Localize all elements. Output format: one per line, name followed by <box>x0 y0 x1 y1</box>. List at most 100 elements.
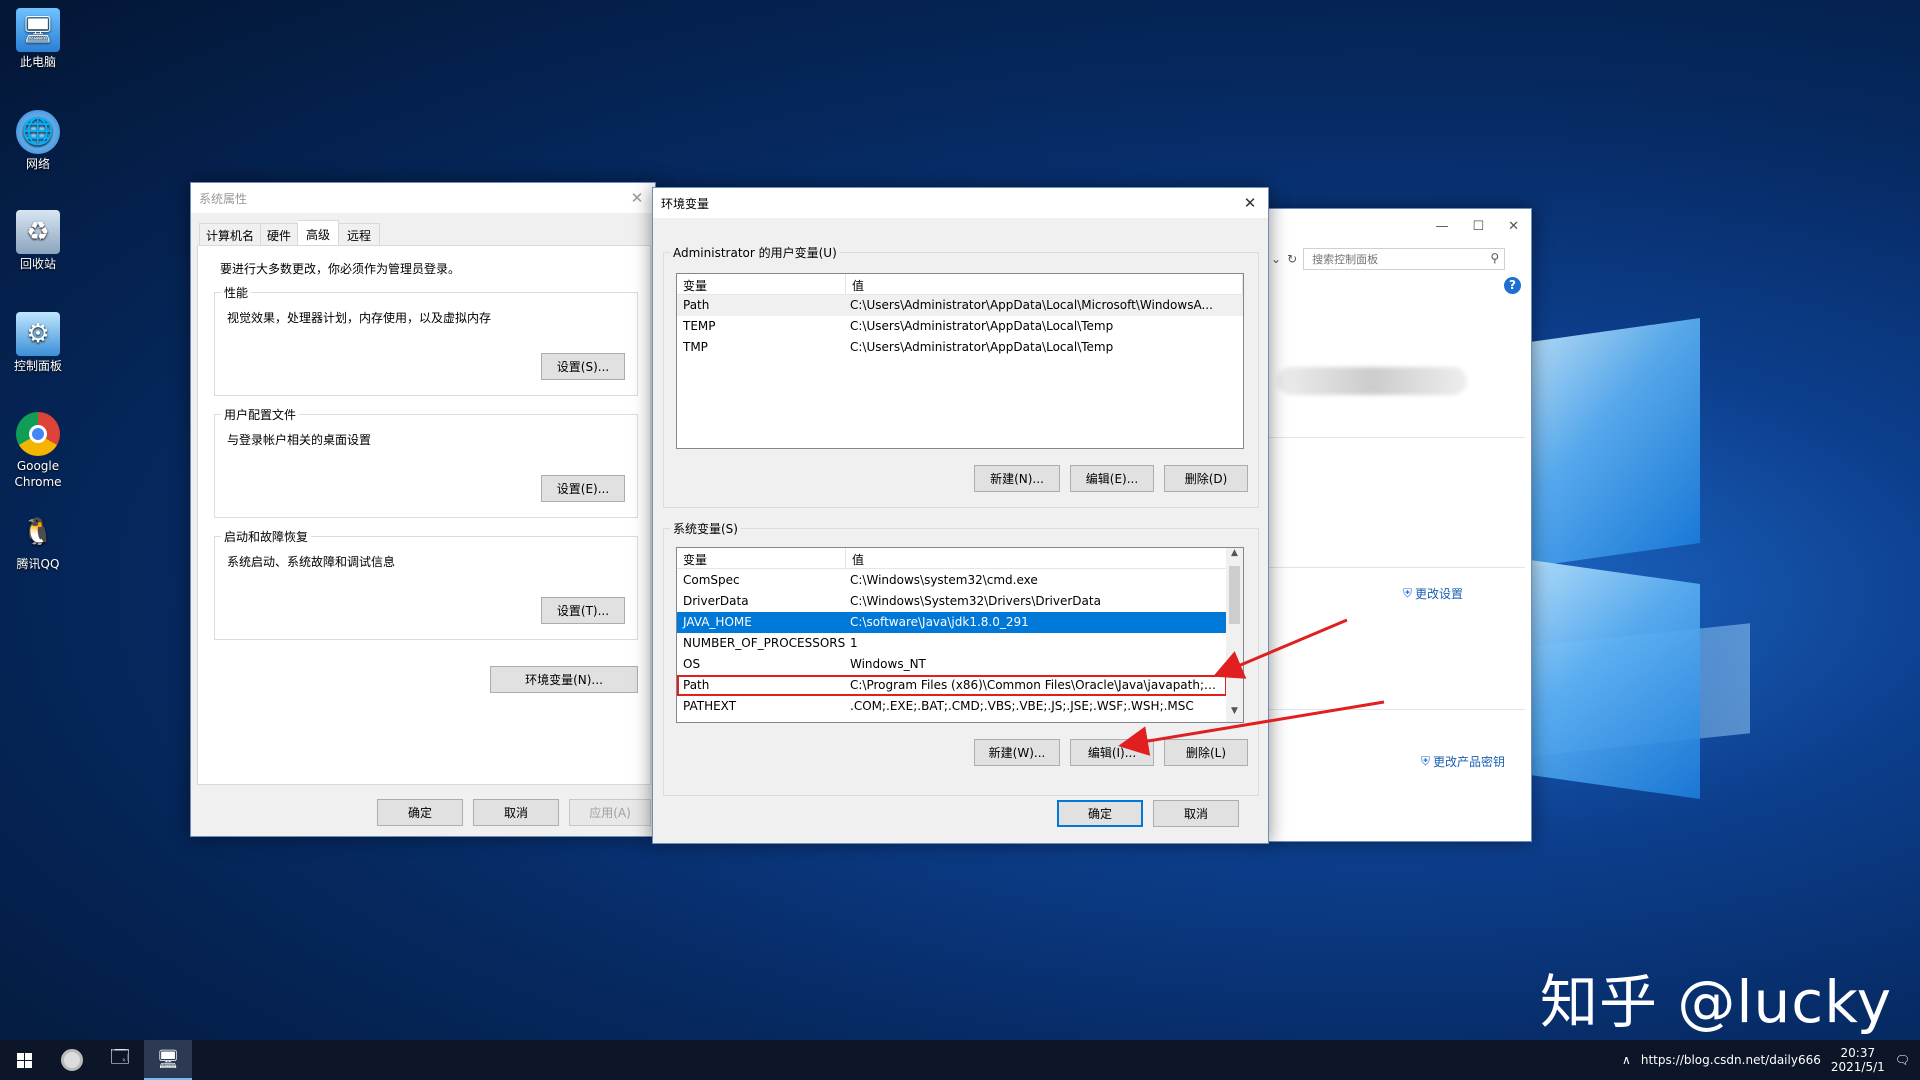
list-header: 变量 值 <box>677 548 1243 569</box>
chevron-down-icon[interactable]: ⌄ <box>1271 252 1281 266</box>
column-header-variable[interactable]: 变量 <box>677 274 846 294</box>
environment-variables-button[interactable]: 环境变量(N)... <box>490 666 638 693</box>
env-ok-button[interactable]: 确定 <box>1057 800 1143 827</box>
recycle-bin-icon: ♻ <box>16 210 60 254</box>
table-row[interactable]: Path C:\Users\Administrator\AppData\Loca… <box>677 295 1243 316</box>
table-row[interactable]: ComSpec C:\Windows\system32\cmd.exe <box>677 570 1227 591</box>
env-cancel-button[interactable]: 取消 <box>1153 800 1239 827</box>
watermark: 知乎 @lucky <box>1540 968 1893 1036</box>
chevron-up-icon[interactable]: ∧ <box>1622 1053 1631 1067</box>
change-settings-link[interactable]: ⛨ 更改设置 <box>1403 585 1463 602</box>
user-profiles-label: 用户配置文件 <box>221 406 300 423</box>
close-icon[interactable]: ✕ <box>1240 193 1260 213</box>
startup-recovery-group: 启动和故障恢复 系统启动、系统故障和调试信息 设置(T)... <box>214 528 638 640</box>
control-panel-window: — ☐ ✕ ⌄ ↻ ⚲ ? ⛨ 更改设置 ⛨ 更改产品密钥 <box>1262 208 1532 842</box>
qq-icon: 🐧 <box>21 517 55 547</box>
maximize-icon[interactable]: ☐ <box>1472 219 1484 234</box>
system-properties-cancel-button[interactable]: 取消 <box>473 799 559 826</box>
user-profiles-settings-button[interactable]: 设置(E)... <box>541 475 625 502</box>
user-new-button[interactable]: 新建(N)... <box>974 465 1060 492</box>
shield-icon: ⛨ <box>1421 754 1431 768</box>
vertical-scrollbar[interactable]: ▲ ▼ <box>1226 548 1243 722</box>
desktop-icon-network[interactable]: 🌐 网络 <box>6 110 70 172</box>
column-header-value[interactable]: 值 <box>846 548 1243 568</box>
network-icon: 🌐 <box>16 110 60 154</box>
column-header-variable[interactable]: 变量 <box>677 548 846 568</box>
user-variables-list[interactable]: 变量 值 Path C:\Users\Administrator\AppData… <box>676 273 1244 449</box>
help-icon[interactable]: ? <box>1504 277 1521 294</box>
table-row[interactable]: OS Windows_NT <box>677 654 1227 675</box>
control-panel-icon: 🗔 <box>110 1047 130 1068</box>
user-variables-group: Administrator 的用户变量(U) 变量 值 Path C:\User… <box>663 244 1259 508</box>
user-delete-button[interactable]: 删除(D) <box>1164 465 1248 492</box>
scroll-up-icon[interactable]: ▲ <box>1226 548 1243 564</box>
system-new-button[interactable]: 新建(W)... <box>974 739 1060 766</box>
list-header: 变量 值 <box>677 274 1243 295</box>
control-panel-titlebar: — ☐ ✕ <box>1263 209 1531 243</box>
blurred-content <box>1277 367 1467 395</box>
env-dialog-titlebar: 环境变量 ✕ <box>653 188 1268 218</box>
desktop-icon-qq[interactable]: 🐧 腾讯QQ <box>6 510 70 572</box>
close-icon[interactable]: ✕ <box>627 188 647 208</box>
system-properties-apply-button[interactable]: 应用(A) <box>569 799 651 826</box>
desktop-icon-chrome[interactable]: Google Chrome <box>6 412 70 490</box>
table-row-selected[interactable]: JAVA_HOME C:\software\Java\jdk1.8.0_291 <box>677 612 1227 633</box>
table-row[interactable]: DriverData C:\Windows\System32\Drivers\D… <box>677 591 1227 612</box>
wallpaper-window-pane <box>1530 318 1700 567</box>
window-title: 系统属性 <box>199 191 248 206</box>
desktop-icon-recycle-bin[interactable]: ♻ 回收站 <box>6 210 70 272</box>
start-button[interactable] <box>0 1040 48 1080</box>
table-row[interactable]: NUMBER_OF_PROCESSORS 1 <box>677 633 1227 654</box>
change-product-key-link[interactable]: ⛨ 更改产品密钥 <box>1421 753 1505 770</box>
tray-url-text: https://blog.csdn.net/daily666 <box>1640 1053 1821 1067</box>
tab-panel-advanced: 要进行大多数更改，你必须作为管理员登录。 性能 视觉效果，处理器计划，内存使用，… <box>197 245 651 785</box>
search-input[interactable] <box>1304 249 1481 269</box>
desktop-icon-this-pc[interactable]: 🖥 此电脑 <box>6 8 70 70</box>
close-icon[interactable]: ✕ <box>1508 219 1519 234</box>
environment-variables-dialog: 环境变量 ✕ Administrator 的用户变量(U) 变量 值 Path … <box>652 187 1269 844</box>
system-rows: ComSpec C:\Windows\system32\cmd.exe Driv… <box>677 570 1227 717</box>
divider <box>1263 567 1525 568</box>
scrollbar-thumb[interactable] <box>1229 566 1240 624</box>
admin-note: 要进行大多数更改，你必须作为管理员登录。 <box>220 262 461 276</box>
system-variables-list[interactable]: 变量 值 ComSpec C:\Windows\system32\cmd.exe… <box>676 547 1244 723</box>
performance-settings-button[interactable]: 设置(S)... <box>541 353 625 380</box>
system-variables-group: 系统变量(S) 变量 值 ComSpec C:\Windows\system32… <box>663 520 1259 796</box>
refresh-icon[interactable]: ↻ <box>1287 252 1297 266</box>
control-panel-icon: ⚙ <box>16 312 60 356</box>
system-properties-titlebar: 系统属性 ✕ <box>191 183 655 213</box>
taskbar: 🗔 🖥 ∧ https://blog.csdn.net/daily666 20:… <box>0 1040 1920 1080</box>
taskbar-app-system-properties[interactable]: 🖥 <box>144 1040 192 1080</box>
minimize-icon[interactable]: — <box>1435 219 1448 234</box>
user-edit-button[interactable]: 编辑(E)... <box>1070 465 1154 492</box>
startup-settings-button[interactable]: 设置(T)... <box>541 597 625 624</box>
user-profiles-group: 用户配置文件 与登录帐户相关的桌面设置 设置(E)... <box>214 406 638 518</box>
performance-desc: 视觉效果，处理器计划，内存使用，以及虚拟内存 <box>227 311 492 325</box>
taskbar-app-chrome[interactable] <box>48 1040 96 1080</box>
system-properties-icon: 🖥 <box>156 1048 180 1070</box>
column-header-value[interactable]: 值 <box>846 274 1243 294</box>
scroll-down-icon[interactable]: ▼ <box>1226 706 1243 722</box>
table-row[interactable]: PATHEXT .COM;.EXE;.BAT;.CMD;.VBS;.VBE;.J… <box>677 696 1227 717</box>
table-row-path-highlighted[interactable]: Path C:\Program Files (x86)\Common Files… <box>677 675 1227 696</box>
chrome-icon <box>16 412 60 456</box>
system-edit-button[interactable]: 编辑(I)... <box>1070 739 1154 766</box>
desktop-icon-control-panel[interactable]: ⚙ 控制面板 <box>6 312 70 374</box>
chrome-icon <box>61 1049 83 1071</box>
system-variables-label: 系统变量(S) <box>670 520 741 537</box>
taskbar-app-control-panel[interactable]: 🗔 <box>96 1040 144 1080</box>
table-row[interactable]: TMP C:\Users\Administrator\AppData\Local… <box>677 337 1243 358</box>
windows-icon <box>16 1052 32 1068</box>
user-variables-label: Administrator 的用户变量(U) <box>670 244 840 261</box>
system-tray: ∧ https://blog.csdn.net/daily666 20:37 2… <box>1622 1040 1910 1080</box>
clock[interactable]: 20:37 2021/5/1 <box>1831 1046 1885 1074</box>
system-properties-ok-button[interactable]: 确定 <box>377 799 463 826</box>
divider <box>1263 709 1525 710</box>
window-title: 环境变量 <box>661 196 710 211</box>
system-delete-button[interactable]: 删除(L) <box>1164 739 1248 766</box>
control-panel-address-row: ⌄ ↻ ⚲ <box>1271 245 1531 273</box>
notification-icon[interactable]: 🗨 <box>1895 1053 1910 1067</box>
this-pc-icon: 🖥 <box>16 8 60 52</box>
search-box[interactable]: ⚲ <box>1303 248 1506 270</box>
table-row[interactable]: TEMP C:\Users\Administrator\AppData\Loca… <box>677 316 1243 337</box>
